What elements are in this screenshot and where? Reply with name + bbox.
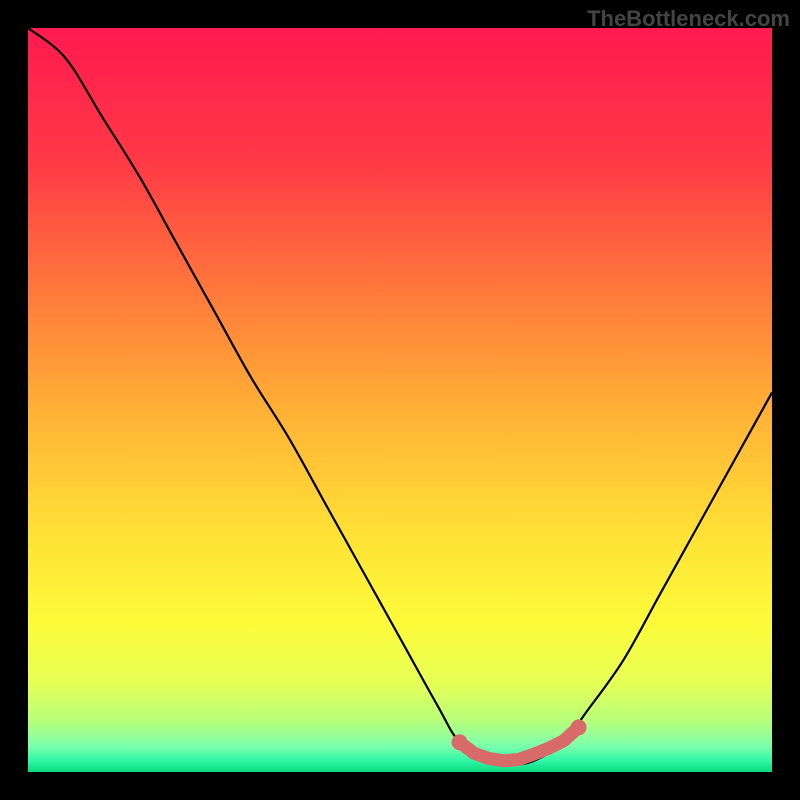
marker-dot: [452, 734, 468, 750]
watermark-text: TheBottleneck.com: [587, 6, 790, 32]
chart-svg: [28, 28, 772, 772]
chart-background: [28, 28, 772, 772]
chart-plot-area: [28, 28, 772, 772]
marker-dot: [571, 719, 587, 735]
